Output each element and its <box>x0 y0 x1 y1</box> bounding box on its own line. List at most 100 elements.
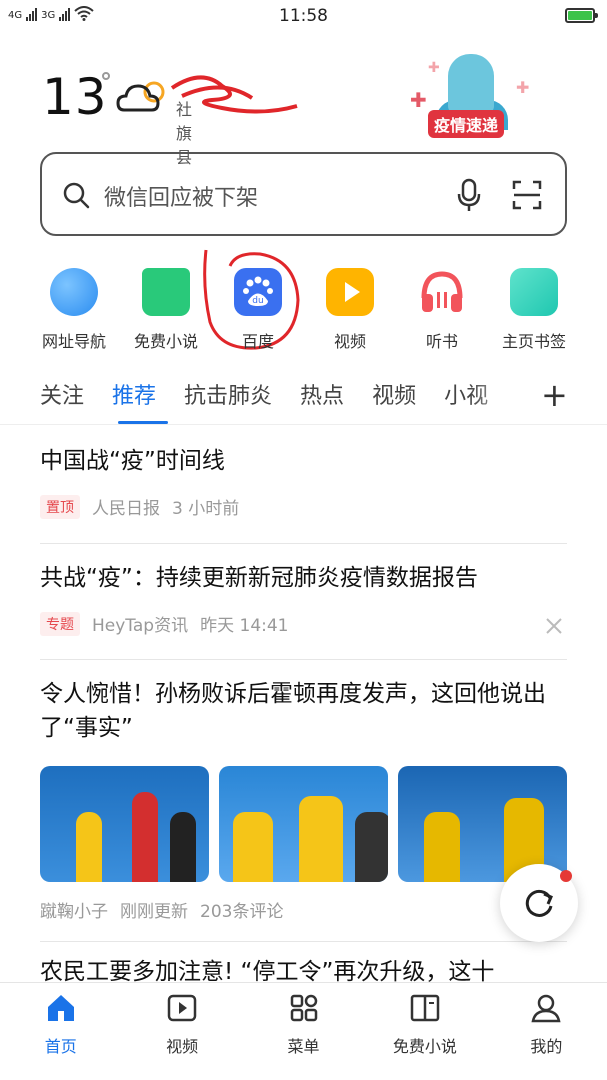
news-item[interactable]: 共战“疫”：持续更新新冠肺炎疫情数据报告 专题 HeyTap资讯 昨天 14:4… <box>40 561 567 636</box>
quick-link-label: 主页书签 <box>501 332 566 351</box>
news-meta: 专题 HeyTap资讯 昨天 14:41 <box>40 611 567 636</box>
battery-icon <box>565 8 598 23</box>
weather-widget[interactable]: 13 社旗县 <box>42 68 298 167</box>
athlete-figure <box>76 812 102 882</box>
user-icon <box>531 994 561 1023</box>
athlete-figure <box>132 792 158 882</box>
nav-label: 首页 <box>44 1037 77 1056</box>
divider <box>40 543 567 544</box>
banner-label: 疫情速递 <box>428 110 505 138</box>
news-item[interactable]: 农民工要多加注意! “停工令”再次升级，这十 <box>40 955 567 985</box>
athlete-figure <box>233 812 273 882</box>
news-time: 昨天 14:41 <box>200 616 289 636</box>
tab-hot[interactable]: 热点 <box>300 378 344 418</box>
book-icon <box>142 268 190 316</box>
news-source: 人民日报 <box>92 499 160 519</box>
news-image-gallery[interactable] <box>40 766 567 882</box>
search-placeholder: 微信回应被下架 <box>104 186 259 211</box>
svg-text:du: du <box>252 296 263 306</box>
scan-icon[interactable] <box>512 180 542 210</box>
quick-link-label: 百度 <box>241 332 274 351</box>
quick-link-audiobook[interactable]: 听书 <box>396 268 488 352</box>
quick-link-label: 网址导航 <box>41 332 106 351</box>
plus-decoration-icon: ✚ <box>516 78 530 97</box>
athlete-figure <box>170 812 196 882</box>
menu-grid-icon <box>290 994 317 1022</box>
tabs-fade <box>470 376 530 420</box>
bottom-nav: 首页 视频 菜单 免费小说 我的 <box>0 982 607 1080</box>
athlete-figure <box>299 796 343 882</box>
tab-recommend[interactable]: 推荐 <box>112 378 156 418</box>
quick-link-label: 免费小说 <box>133 332 198 351</box>
nav-novel[interactable]: 免费小说 <box>364 983 485 1080</box>
news-source: HeyTap资讯 <box>92 616 189 636</box>
news-meta-row: 蹴鞠小子 刚刚更新 203条评论 <box>40 897 567 922</box>
news-meta: 蹴鞠小子 刚刚更新 203条评论 <box>40 897 567 922</box>
news-meta: 置顶 人民日报 3 小时前 <box>40 494 567 519</box>
epidemic-banner[interactable]: ✚ ✚ ✚ 疫情速递 <box>408 48 538 142</box>
status-bar: 4G 3G 11:58 <box>0 0 607 34</box>
nav-label: 视频 <box>166 1037 199 1056</box>
book-icon <box>410 994 440 1022</box>
nav-menu[interactable]: 菜单 <box>243 983 364 1080</box>
degree-icon <box>102 72 110 80</box>
video-icon <box>167 994 197 1022</box>
quick-link-nav[interactable]: 网址导航 <box>28 268 120 352</box>
quick-links: 网址导航 免费小说 du 百度 视频 听书 主页书签 <box>28 268 580 352</box>
tab-video[interactable]: 视频 <box>372 378 416 418</box>
nav-label: 免费小说 <box>392 1037 457 1056</box>
nav-video[interactable]: 视频 <box>121 983 242 1080</box>
quick-link-label: 听书 <box>425 332 458 351</box>
refresh-button[interactable] <box>500 864 578 942</box>
news-source: 蹴鞠小子 <box>40 902 108 922</box>
globe-icon <box>50 268 98 316</box>
baidu-paw-icon: du <box>234 268 282 316</box>
status-time: 11:58 <box>279 6 328 26</box>
news-time: 3 小时前 <box>172 499 240 519</box>
athlete-figure <box>355 812 388 882</box>
news-time: 刚刚更新 <box>120 902 188 922</box>
quick-link-novel[interactable]: 免费小说 <box>120 268 212 352</box>
nav-label: 菜单 <box>287 1037 320 1056</box>
news-item[interactable]: 中国战“疫”时间线 置顶 人民日报 3 小时前 <box>40 444 567 519</box>
news-comments: 203条评论 <box>200 902 284 922</box>
search-icon <box>63 182 90 209</box>
athlete-figure <box>424 812 460 882</box>
plus-decoration-icon: ✚ <box>428 60 440 76</box>
add-channel-icon[interactable]: + <box>541 377 568 413</box>
news-title: 共战“疫”：持续更新新冠肺炎疫情数据报告 <box>40 565 478 591</box>
topic-badge: 专题 <box>40 611 80 636</box>
bookmark-icon <box>510 268 558 316</box>
nav-label: 我的 <box>530 1037 563 1056</box>
news-image <box>40 766 209 882</box>
notification-dot <box>560 870 572 882</box>
quick-link-bookmarks[interactable]: 主页书签 <box>488 268 580 352</box>
news-title: 中国战“疫”时间线 <box>40 448 225 474</box>
divider <box>40 659 567 660</box>
plus-decoration-icon: ✚ <box>410 88 427 112</box>
news-title: 农民工要多加注意! “停工令”再次升级，这十 <box>40 959 495 985</box>
nurse-face <box>448 54 494 114</box>
dismiss-icon[interactable] <box>545 617 563 635</box>
search-box[interactable]: 微信回应被下架 <box>40 152 567 236</box>
home-icon <box>47 995 74 1021</box>
news-image <box>219 766 388 882</box>
red-scribble-annotation <box>170 75 298 114</box>
microphone-icon[interactable] <box>456 178 482 212</box>
tab-fight-pneumonia[interactable]: 抗击肺炎 <box>184 378 272 418</box>
news-item[interactable]: 令人惋惜！孙杨败诉后霍顿再度发声，这回他说出了“事实” <box>40 677 567 745</box>
divider <box>40 941 567 942</box>
divider <box>0 424 607 425</box>
quick-link-video[interactable]: 视频 <box>304 268 396 352</box>
pinned-badge: 置顶 <box>40 494 80 519</box>
quick-link-label: 视频 <box>333 332 366 351</box>
news-title: 令人惋惜！孙杨败诉后霍顿再度发声，这回他说出了“事实” <box>40 681 546 741</box>
play-icon <box>326 268 374 316</box>
temperature: 13 <box>42 68 108 126</box>
refresh-icon <box>525 889 553 917</box>
headphones-icon <box>418 268 466 316</box>
quick-link-baidu[interactable]: du 百度 <box>212 268 304 352</box>
tab-follow[interactable]: 关注 <box>40 378 84 418</box>
nav-home[interactable]: 首页 <box>0 983 121 1080</box>
nav-profile[interactable]: 我的 <box>486 983 607 1080</box>
